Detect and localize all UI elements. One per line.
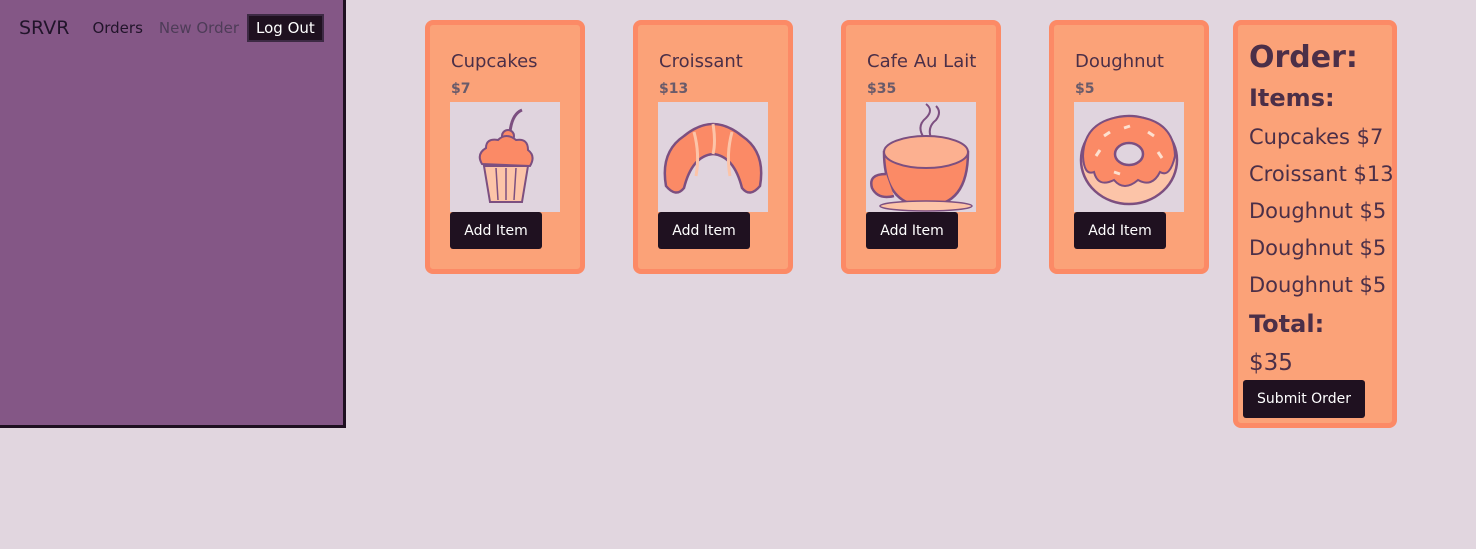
add-item-button[interactable]: Add Item bbox=[658, 212, 750, 249]
order-line-item: Doughnut $5 bbox=[1249, 199, 1387, 223]
product-price: $35 bbox=[867, 81, 897, 97]
nav-orders-link[interactable]: Orders bbox=[92, 19, 142, 37]
coffee-cup-icon bbox=[866, 102, 976, 212]
top-nav: SRVR Orders New Order Log Out bbox=[19, 14, 324, 42]
nav-new-order-link[interactable]: New Order bbox=[159, 19, 239, 37]
order-line-item: Doughnut $5 bbox=[1249, 236, 1387, 260]
order-line-item: Croissant $13 bbox=[1249, 162, 1394, 186]
croissant-icon bbox=[658, 102, 768, 212]
product-card-doughnut: Doughnut $5 Add Item bbox=[1049, 20, 1209, 274]
items-label: Items: bbox=[1249, 84, 1335, 112]
total-label: Total: bbox=[1249, 310, 1325, 338]
product-name: Cafe Au Lait bbox=[867, 51, 977, 72]
logout-button[interactable]: Log Out bbox=[247, 14, 324, 42]
product-price: $7 bbox=[451, 81, 471, 97]
order-total-value: $35 bbox=[1249, 350, 1293, 376]
add-item-button[interactable]: Add Item bbox=[866, 212, 958, 249]
add-item-button[interactable]: Add Item bbox=[450, 212, 542, 249]
doughnut-icon bbox=[1074, 102, 1184, 212]
order-title: Order: bbox=[1249, 40, 1358, 75]
order-line-item: Doughnut $5 bbox=[1249, 273, 1387, 297]
submit-order-button[interactable]: Submit Order bbox=[1243, 380, 1365, 418]
product-price: $5 bbox=[1075, 81, 1095, 97]
cupcake-icon bbox=[450, 102, 560, 212]
product-name: Croissant bbox=[659, 51, 743, 72]
product-card-cafe-au-lait: Cafe Au Lait $35 Add Item bbox=[841, 20, 1001, 274]
product-card-cupcakes: Cupcakes $7 Add Item bbox=[425, 20, 585, 274]
product-card-croissant: Croissant $13 Add Item bbox=[633, 20, 793, 274]
order-panel: Order: Items: Cupcakes $7 Croissant $13 … bbox=[1233, 20, 1397, 428]
sidebar: SRVR Orders New Order Log Out bbox=[0, 0, 346, 428]
brand-logo[interactable]: SRVR bbox=[19, 17, 69, 39]
order-inner: Order: Items: Cupcakes $7 Croissant $13 … bbox=[1243, 30, 1394, 418]
product-price: $13 bbox=[659, 81, 689, 97]
product-name: Doughnut bbox=[1075, 51, 1164, 72]
add-item-button[interactable]: Add Item bbox=[1074, 212, 1166, 249]
product-name: Cupcakes bbox=[451, 51, 538, 72]
order-line-item: Cupcakes $7 bbox=[1249, 125, 1384, 149]
